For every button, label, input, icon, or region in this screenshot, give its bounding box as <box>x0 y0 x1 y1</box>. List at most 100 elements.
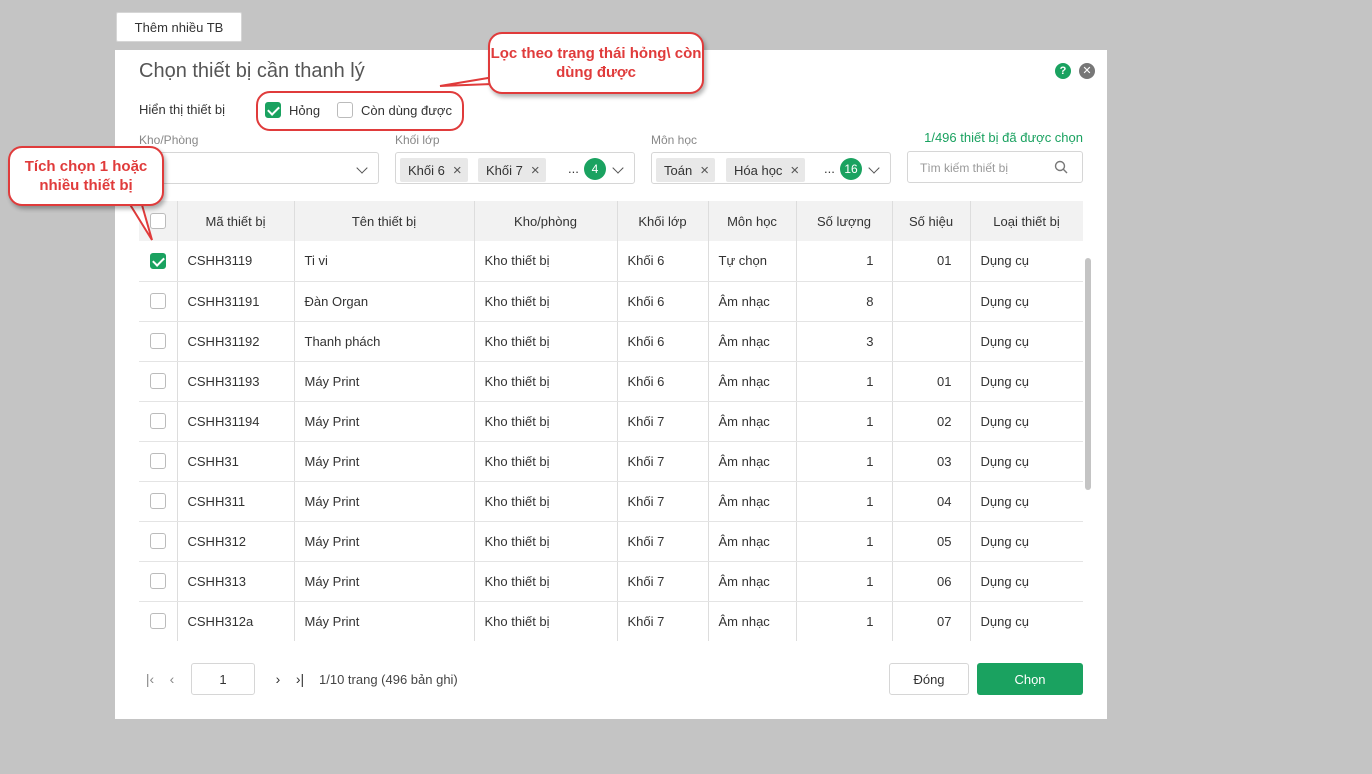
cell-type: Dụng cụ <box>970 561 1083 602</box>
cell-room: Kho thiết bị <box>474 441 618 482</box>
remove-tag-icon[interactable]: × <box>790 163 799 178</box>
grade-select[interactable]: Khối 6 × Khối 7 × ... 4 <box>395 152 635 184</box>
row-checkbox[interactable] <box>149 373 166 390</box>
row-checkbox[interactable] <box>149 293 166 310</box>
cell-serial: 06 <box>892 561 971 602</box>
row-checkbox[interactable] <box>149 493 166 510</box>
warehouse-select[interactable] <box>139 152 379 184</box>
broken-label: Hỏng <box>289 102 321 118</box>
filter-usable-option[interactable]: Còn dùng được <box>337 102 452 118</box>
cell-name: Máy Print <box>294 481 475 522</box>
table-row[interactable]: CSHH31191 Đàn Organ Kho thiết bị Khối 6 Âm n… <box>139 281 1083 322</box>
row-checkbox[interactable] <box>149 333 166 350</box>
table-row[interactable]: CSHH31194 Máy Print Kho thiết bị Khối 7 Âm n… <box>139 401 1083 442</box>
cell-type: Dụng cụ <box>970 601 1083 641</box>
cell-serial: 04 <box>892 481 971 522</box>
cell-room: Kho thiết bị <box>474 481 618 522</box>
tag-label: Khối 6 <box>408 162 445 178</box>
cell-subject: Âm nhạc <box>708 601 797 641</box>
row-checkbox-cell <box>139 321 178 362</box>
grade-tag: Khối 7 × <box>478 158 546 182</box>
remove-tag-icon[interactable]: × <box>531 163 540 178</box>
cell-grade: Khối 7 <box>617 521 709 562</box>
next-page-icon[interactable]: › <box>267 671 289 687</box>
table-row[interactable]: CSHH311 Máy Print Kho thiết bị Khối 7 Âm nhạ… <box>139 481 1083 522</box>
last-page-icon[interactable]: ›| <box>289 671 311 687</box>
subject-count-badge: 16 <box>840 158 862 180</box>
row-checkbox[interactable] <box>149 573 166 590</box>
cell-name: Máy Print <box>294 441 475 482</box>
cell-name: Thanh phách <box>294 321 475 362</box>
row-checkbox[interactable] <box>149 533 166 550</box>
subject-tag: Toán × <box>656 158 715 182</box>
col-header-room[interactable]: Kho/phòng <box>474 201 618 241</box>
remove-tag-icon[interactable]: × <box>700 163 709 178</box>
close-icon[interactable]: ✕ <box>1079 63 1095 79</box>
col-header-code[interactable]: Mã thiết bị <box>177 201 295 241</box>
table-scrollbar[interactable] <box>1085 258 1091 490</box>
row-checkbox[interactable] <box>149 613 166 630</box>
help-icon[interactable]: ? <box>1055 63 1071 79</box>
cell-grade: Khối 6 <box>617 361 709 402</box>
table-row[interactable]: CSHH312 Máy Print Kho thiết bị Khối 7 Âm nhạ… <box>139 521 1083 562</box>
table-row[interactable]: CSHH3119 Ti vi Kho thiết bị Khối 6 Tự chọn 1 0… <box>139 241 1083 282</box>
col-header-grade[interactable]: Khối lớp <box>617 201 709 241</box>
search-input[interactable] <box>918 160 1048 176</box>
col-header-quantity[interactable]: Số lượng <box>796 201 893 241</box>
cell-serial: 01 <box>892 361 971 402</box>
select-all-checkbox[interactable] <box>149 213 166 230</box>
table-row[interactable]: CSHH31193 Máy Print Kho thiết bị Khối 6 Âm n… <box>139 361 1083 402</box>
col-header-type[interactable]: Loại thiết bị <box>970 201 1083 241</box>
cell-name: Đàn Organ <box>294 281 475 322</box>
col-header-subject[interactable]: Môn học <box>708 201 797 241</box>
row-checkbox-cell <box>139 361 178 402</box>
cell-subject: Âm nhạc <box>708 441 797 482</box>
close-button[interactable]: Đóng <box>889 663 969 695</box>
select-button[interactable]: Chọn <box>977 663 1083 695</box>
cell-room: Kho thiết bị <box>474 321 618 362</box>
search-icon[interactable] <box>1054 160 1068 174</box>
usable-checkbox[interactable] <box>337 102 353 118</box>
cell-name: Máy Print <box>294 401 475 442</box>
cell-quantity: 1 <box>796 401 893 442</box>
cell-subject: Âm nhạc <box>708 361 797 402</box>
first-page-icon[interactable]: |‹ <box>139 671 161 687</box>
cell-code: CSHH313 <box>177 561 295 602</box>
cell-subject: Âm nhạc <box>708 521 797 562</box>
row-checkbox[interactable] <box>149 453 166 470</box>
table-row[interactable]: CSHH313 Máy Print Kho thiết bị Khối 7 Âm nhạ… <box>139 561 1083 602</box>
cell-serial: 03 <box>892 441 971 482</box>
prev-page-icon[interactable]: ‹ <box>161 671 183 687</box>
cell-type: Dụng cụ <box>970 241 1083 282</box>
cell-subject: Âm nhạc <box>708 481 797 522</box>
broken-checkbox[interactable] <box>265 102 281 118</box>
add-multiple-tab[interactable]: Thêm nhiều TB <box>116 12 242 42</box>
table-row[interactable]: CSHH31 Máy Print Kho thiết bị Khối 7 Âm nhạc… <box>139 441 1083 482</box>
cell-subject: Âm nhạc <box>708 321 797 362</box>
cell-type: Dụng cụ <box>970 441 1083 482</box>
page-number-input[interactable] <box>191 663 255 695</box>
cell-subject: Âm nhạc <box>708 401 797 442</box>
row-checkbox-cell <box>139 521 178 562</box>
table-body: CSHH3119 Ti vi Kho thiết bị Khối 6 Tự chọn 1 0… <box>139 241 1083 641</box>
cell-name: Ti vi <box>294 241 475 282</box>
cell-serial: 07 <box>892 601 971 641</box>
cell-serial <box>892 281 971 322</box>
cell-subject: Âm nhạc <box>708 561 797 602</box>
subject-select[interactable]: Toán × Hóa học × ... 16 <box>651 152 891 184</box>
more-indicator: ... <box>824 161 835 176</box>
table-row[interactable]: CSHH312a Máy Print Kho thiết bị Khối 7 Âm nh… <box>139 601 1083 641</box>
row-checkbox[interactable] <box>149 253 166 270</box>
col-header-name[interactable]: Tên thiết bị <box>294 201 475 241</box>
tag-label: Toán <box>664 162 693 178</box>
cell-quantity: 1 <box>796 481 893 522</box>
search-field[interactable] <box>907 151 1083 183</box>
subject-tag: Hóa học × <box>726 158 806 182</box>
row-checkbox[interactable] <box>149 413 166 430</box>
remove-tag-icon[interactable]: × <box>453 163 462 178</box>
liquidation-dialog: Chọn thiết bị cần thanh lý ? ✕ Hiển thị … <box>115 50 1107 719</box>
col-header-serial[interactable]: Số hiệu <box>892 201 971 241</box>
filter-broken-option[interactable]: Hỏng <box>265 102 320 118</box>
cell-code: CSHH312 <box>177 521 295 562</box>
table-row[interactable]: CSHH31192 Thanh phách Kho thiết bị Khối 6 Âm… <box>139 321 1083 362</box>
